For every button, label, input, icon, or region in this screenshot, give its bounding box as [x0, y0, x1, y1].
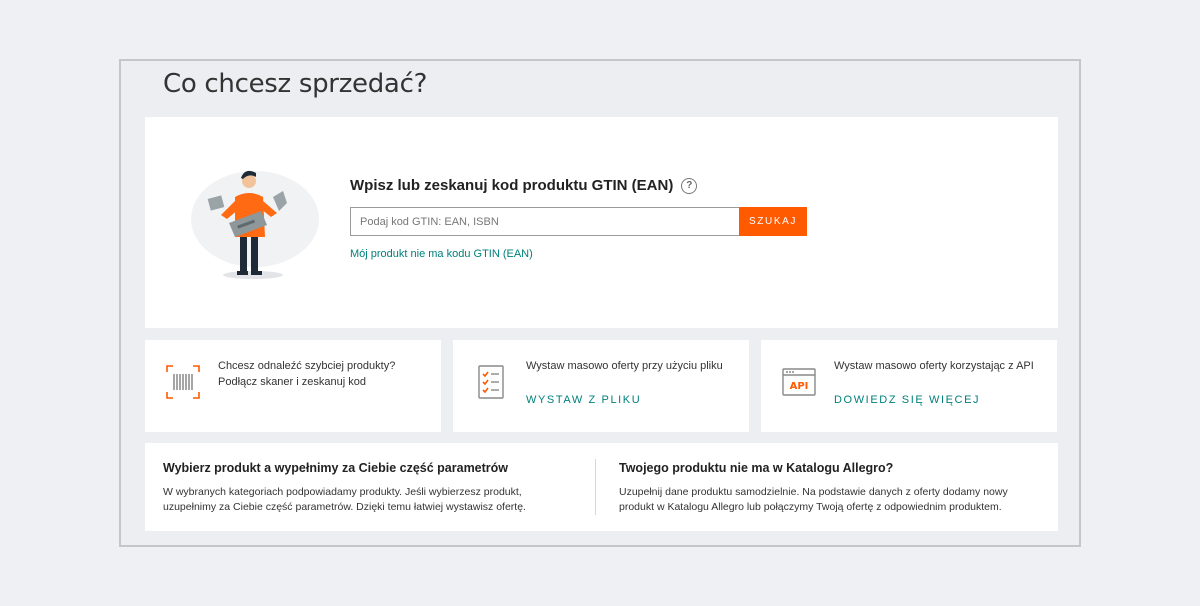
scanner-text: Chcesz odnaleźć szybciej produkty? Podłą… [218, 358, 433, 390]
sell-panel: Co chcesz sprzedać? Wpisz lub zeskanuj k… [119, 59, 1081, 547]
api-card: API Wystaw masowo oferty korzystając z A… [761, 340, 1057, 432]
api-window-icon: API [782, 368, 816, 396]
file-upload-card: Wystaw masowo oferty przy użyciu pliku W… [453, 340, 749, 432]
info-left-title: Wybierz produkt a wypełnimy za Ciebie cz… [163, 461, 509, 475]
gtin-search-block: Wpisz lub zeskanuj kod produktu GTIN (EA… [350, 177, 807, 262]
scanner-text-line2: Podłącz skaner i zeskanuj kod [218, 376, 366, 388]
file-checklist-icon [478, 365, 504, 399]
info-left-line2: uzupełnimy za Ciebie część parametrów. D… [163, 501, 526, 513]
info-card: Wybierz produkt a wypełnimy za Ciebie cz… [145, 443, 1058, 531]
question-circle-icon[interactable]: ? [681, 177, 698, 194]
svg-text:API: API [790, 381, 809, 392]
gtin-search-card: Wpisz lub zeskanuj kod produktu GTIN (EA… [145, 117, 1058, 328]
info-left: Wybierz produkt a wypełnimy za Ciebie cz… [163, 461, 543, 515]
scanner-text-line1: Chcesz odnaleźć szybciej produkty? [218, 360, 396, 372]
learn-more-link[interactable]: DOWIEDZ SIĘ WIĘCEJ [834, 394, 980, 406]
gtin-search-input[interactable] [350, 207, 739, 236]
search-heading: Wpisz lub zeskanuj kod produktu GTIN (EA… [350, 177, 674, 194]
search-heading-row: Wpisz lub zeskanuj kod produktu GTIN (EA… [350, 177, 807, 194]
info-right-line2: produkt w Katalogu Allegro lub połączymy… [619, 501, 1002, 513]
info-divider [595, 459, 596, 515]
info-left-line1: W wybranych kategoriach podpowiadamy pro… [163, 486, 522, 498]
scanner-card: Chcesz odnaleźć szybciej produkty? Podłą… [145, 340, 441, 432]
file-upload-text: Wystaw masowo oferty przy użyciu pliku [526, 360, 723, 372]
search-button[interactable]: SZUKAJ [739, 207, 807, 236]
seller-illustration [191, 170, 319, 279]
page-title: Co chcesz sprzedać? [163, 69, 428, 99]
info-right-line1: Uzupełnij dane produktu samodzielnie. Na… [619, 486, 1008, 498]
no-gtin-link[interactable]: Mój produkt nie ma kodu GTIN (EAN) [350, 248, 533, 260]
info-right-title: Twojego produktu nie ma w Katalogu Alleg… [619, 461, 894, 475]
info-right: Twojego produktu nie ma w Katalogu Alleg… [619, 461, 1039, 515]
barcode-scanner-icon [166, 365, 200, 399]
api-text: Wystaw masowo oferty korzystając z API [834, 360, 1034, 372]
upload-from-file-link[interactable]: WYSTAW Z PLIKU [526, 394, 641, 406]
search-row: SZUKAJ [350, 207, 807, 236]
